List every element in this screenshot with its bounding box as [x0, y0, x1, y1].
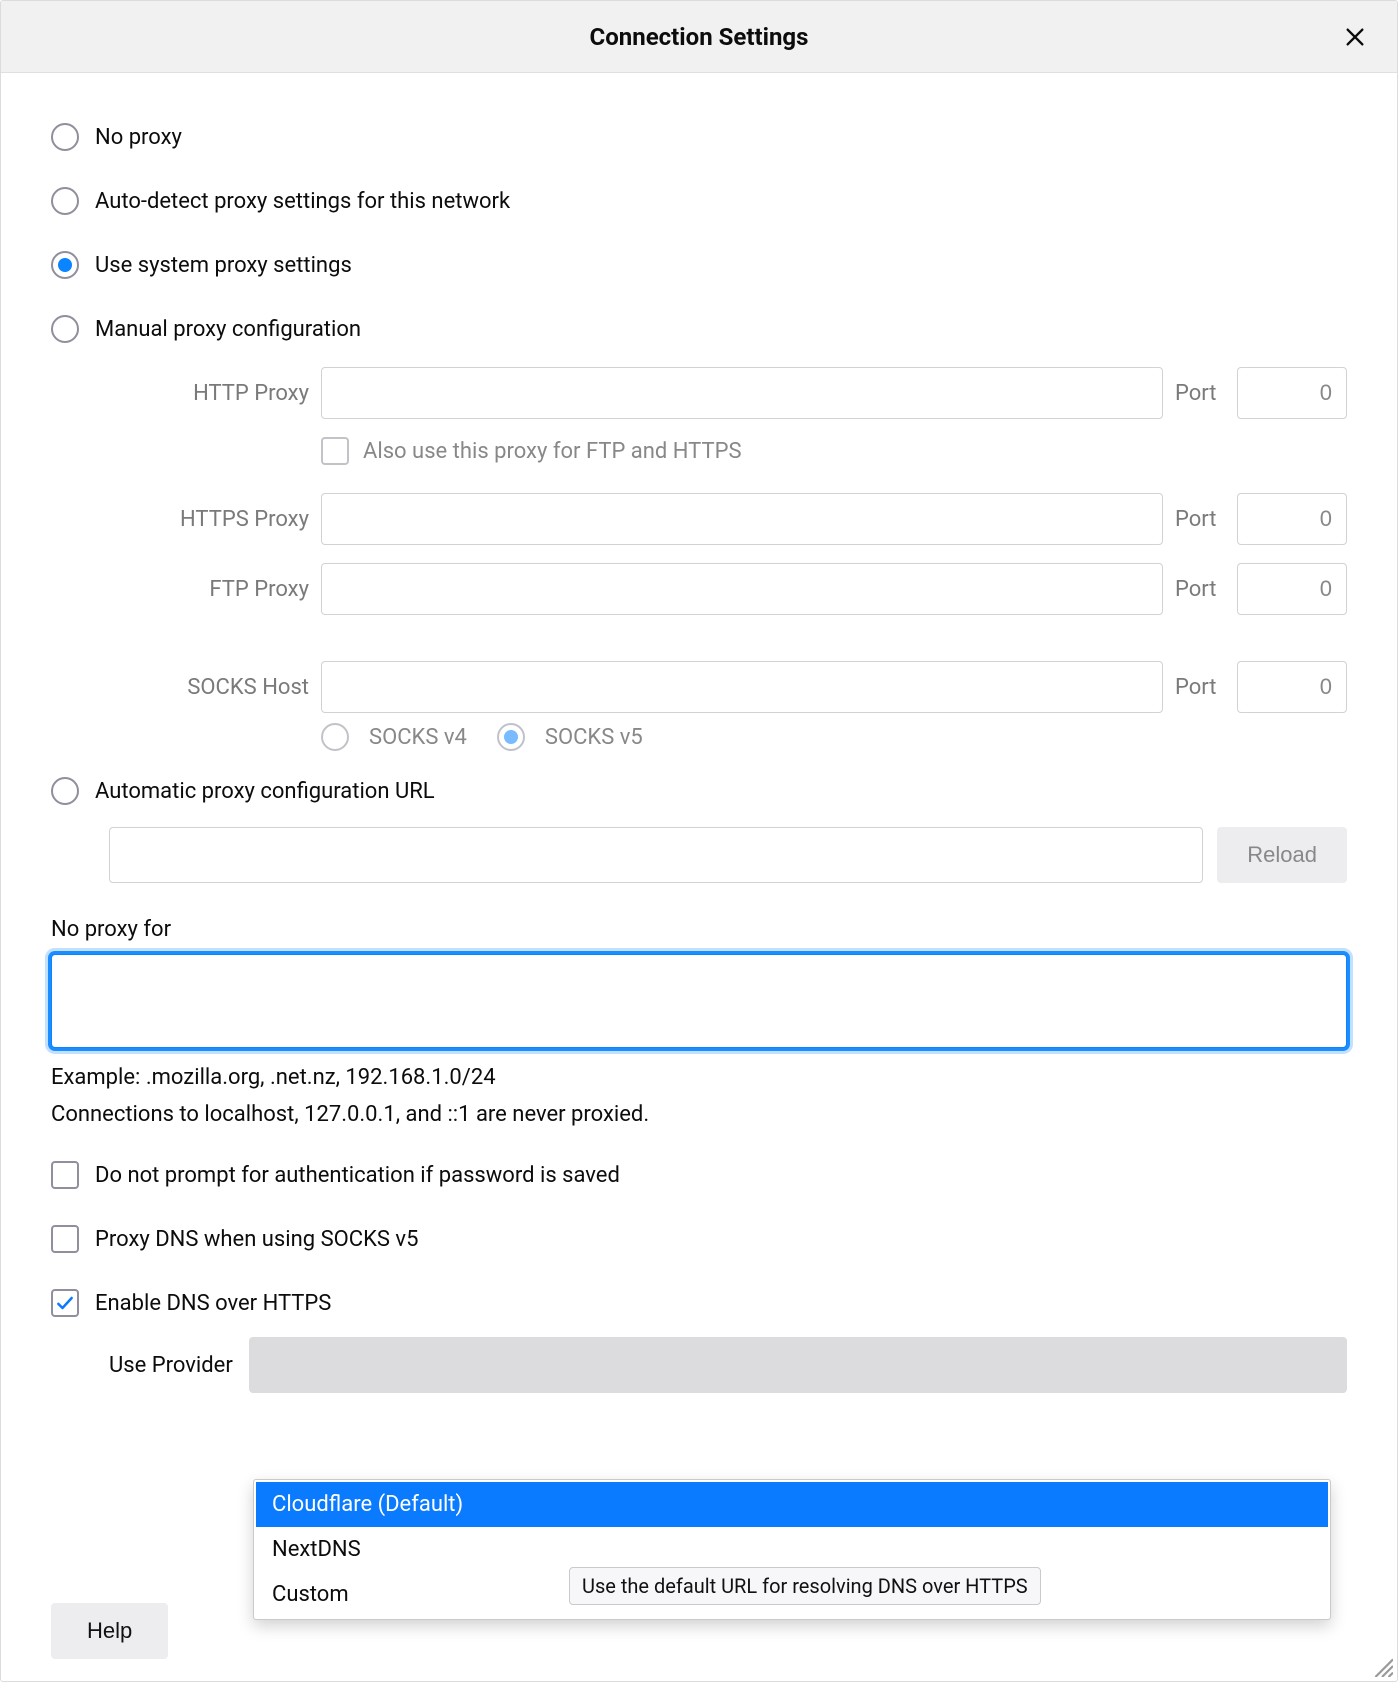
also-use-row: Also use this proxy for FTP and HTTPS: [321, 437, 1347, 465]
http-port-label: Port: [1175, 381, 1225, 406]
radio-pac-label: Automatic proxy configuration URL: [95, 779, 435, 804]
socks-port-label: Port: [1175, 675, 1225, 700]
radio-manual-label: Manual proxy configuration: [95, 317, 361, 342]
http-port-input[interactable]: [1237, 367, 1347, 419]
socks-host-row: SOCKS Host Port: [109, 661, 1347, 713]
radio-auto-detect-row: Auto-detect proxy settings for this netw…: [51, 187, 1347, 215]
ftp-proxy-row: FTP Proxy Port: [109, 563, 1347, 615]
no-prompt-auth-label: Do not prompt for authentication if pass…: [95, 1163, 620, 1188]
pac-url-row: Reload: [109, 827, 1347, 883]
proxy-dns-socks5-checkbox[interactable]: [51, 1225, 79, 1253]
http-proxy-row: HTTP Proxy Port: [109, 367, 1347, 419]
https-port-input[interactable]: [1237, 493, 1347, 545]
provider-option-cloudflare[interactable]: Cloudflare (Default): [256, 1482, 1328, 1527]
proxy-dns-socks5-label: Proxy DNS when using SOCKS v5: [95, 1227, 418, 1252]
no-proxy-for-textarea[interactable]: [51, 954, 1347, 1048]
no-proxy-example: Example: .mozilla.org, .net.nz, 192.168.…: [51, 1065, 1347, 1090]
radio-pac[interactable]: [51, 777, 79, 805]
ftp-port-input[interactable]: [1237, 563, 1347, 615]
radio-no-proxy-label: No proxy: [95, 125, 182, 150]
close-icon: [1344, 26, 1366, 48]
radio-system-row: Use system proxy settings: [51, 251, 1347, 279]
enable-doh-checkbox[interactable]: [51, 1289, 79, 1317]
close-button[interactable]: [1341, 23, 1369, 51]
radio-socks-v5[interactable]: [497, 723, 525, 751]
socks-host-input[interactable]: [321, 661, 1163, 713]
help-button[interactable]: Help: [51, 1603, 168, 1659]
also-use-checkbox[interactable]: [321, 437, 349, 465]
no-proxy-for-label: No proxy for: [51, 917, 1347, 942]
resize-grip-icon[interactable]: [1371, 1655, 1393, 1677]
radio-no-proxy-row: No proxy: [51, 123, 1347, 151]
radio-socks-v4-label: SOCKS v4: [369, 725, 467, 750]
dialog-content: No proxy Auto-detect proxy settings for …: [1, 73, 1397, 1393]
no-prompt-auth-checkbox[interactable]: [51, 1161, 79, 1189]
also-use-label: Also use this proxy for FTP and HTTPS: [363, 439, 742, 464]
dialog-title: Connection Settings: [590, 23, 809, 51]
ftp-proxy-input[interactable]: [321, 563, 1163, 615]
radio-manual[interactable]: [51, 315, 79, 343]
radio-auto-detect-label: Auto-detect proxy settings for this netw…: [95, 189, 510, 214]
http-proxy-input[interactable]: [321, 367, 1163, 419]
radio-system[interactable]: [51, 251, 79, 279]
ftp-proxy-label: FTP Proxy: [109, 577, 309, 602]
proxy-dns-socks5-row: Proxy DNS when using SOCKS v5: [51, 1225, 1347, 1253]
socks-port-input[interactable]: [1237, 661, 1347, 713]
socks-host-label: SOCKS Host: [109, 675, 309, 700]
provider-label: Use Provider: [109, 1353, 233, 1378]
https-proxy-row: HTTPS Proxy Port: [109, 493, 1347, 545]
radio-system-label: Use system proxy settings: [95, 253, 352, 278]
radio-pac-row: Automatic proxy configuration URL: [51, 777, 1347, 805]
no-prompt-auth-row: Do not prompt for authentication if pass…: [51, 1161, 1347, 1189]
radio-socks-v5-label: SOCKS v5: [545, 725, 643, 750]
provider-option-nextdns[interactable]: NextDNS: [256, 1527, 1328, 1572]
manual-config-block: HTTP Proxy Port Also use this proxy for …: [51, 367, 1347, 751]
pac-url-input[interactable]: [109, 827, 1203, 883]
https-proxy-input[interactable]: [321, 493, 1163, 545]
radio-socks-v4[interactable]: [321, 723, 349, 751]
https-proxy-label: HTTPS Proxy: [109, 507, 309, 532]
reload-button[interactable]: Reload: [1217, 827, 1347, 883]
socks-version-row: SOCKS v4 SOCKS v5: [321, 723, 1347, 751]
no-proxy-note: Connections to localhost, 127.0.0.1, and…: [51, 1102, 1347, 1127]
http-proxy-label: HTTP Proxy: [109, 381, 309, 406]
connection-settings-dialog: Connection Settings No proxy Auto-detect…: [0, 0, 1398, 1682]
enable-doh-row: Enable DNS over HTTPS: [51, 1289, 1347, 1317]
ftp-port-label: Port: [1175, 577, 1225, 602]
provider-row: Use Provider: [109, 1337, 1347, 1393]
checkmark-icon: [55, 1293, 75, 1313]
radio-auto-detect[interactable]: [51, 187, 79, 215]
enable-doh-label: Enable DNS over HTTPS: [95, 1291, 331, 1316]
https-port-label: Port: [1175, 507, 1225, 532]
provider-tooltip: Use the default URL for resolving DNS ov…: [569, 1567, 1041, 1605]
dialog-titlebar: Connection Settings: [1, 1, 1397, 73]
radio-manual-row: Manual proxy configuration: [51, 315, 1347, 343]
radio-no-proxy[interactable]: [51, 123, 79, 151]
provider-select[interactable]: [249, 1337, 1347, 1393]
